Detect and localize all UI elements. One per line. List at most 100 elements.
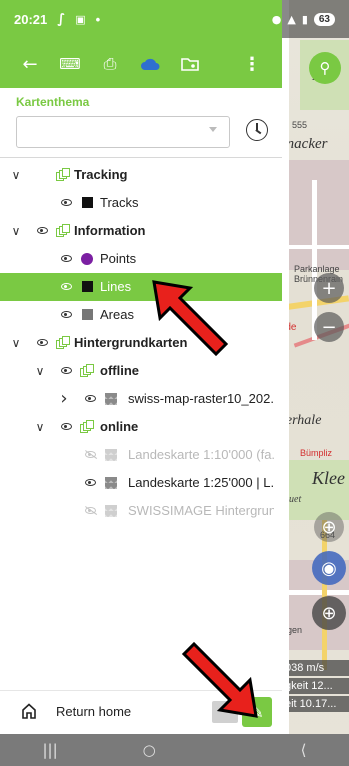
dot-icon: • — [95, 11, 101, 27]
layer-row-lk25[interactable]: Landeskarte 1:25'000 | L... — [0, 469, 282, 497]
layer-row-offline[interactable]: ∨ offline — [0, 357, 282, 385]
print-icon[interactable]: ⎙ — [90, 44, 130, 84]
eye-icon[interactable] — [58, 189, 74, 217]
eye-icon[interactable] — [58, 273, 74, 301]
layers-icon — [56, 161, 70, 189]
layer-row-tracks[interactable]: Tracks — [0, 189, 282, 217]
eye-icon[interactable] — [34, 217, 50, 245]
theme-section-title: Kartenthema — [16, 95, 90, 109]
eye-icon[interactable] — [58, 413, 74, 441]
layer-label: swiss-map-raster10_202... — [128, 391, 274, 407]
layer-row-hintergrundkarten[interactable]: ∨ Hintergrundkarten — [0, 329, 282, 357]
line-style-icon — [80, 273, 94, 301]
annotation-arrow-edit — [181, 641, 258, 718]
home-nav-icon[interactable]: ○ — [143, 741, 156, 759]
return-home-label: Return home — [56, 704, 132, 719]
map-tile-icon — [104, 497, 118, 525]
eye-off-icon[interactable] — [82, 497, 98, 525]
line-style-icon — [80, 189, 94, 217]
speed-readout: 038 m/s — [282, 660, 349, 676]
map-label: Bümpliz — [300, 448, 333, 458]
more-vert-icon[interactable]: ⋮ — [232, 44, 272, 84]
layer-label: Landeskarte 1:25'000 | L... — [128, 475, 274, 491]
divider — [0, 157, 282, 158]
app-notification-icon: ∫ — [57, 11, 66, 27]
status-bar: 20:21 ∫ ▣ • ● ▲ ▮ 63 — [0, 0, 349, 38]
signal-icon: ▮ — [301, 12, 308, 26]
layer-label: Information — [74, 223, 146, 239]
eye-icon[interactable] — [58, 245, 74, 273]
chevron-down-icon[interactable]: ∨ — [32, 413, 48, 441]
system-nav-bar: ||| ○ ⟨ — [0, 734, 349, 766]
layer-label: Points — [100, 251, 137, 267]
chevron-down-icon[interactable]: ∨ — [8, 161, 24, 189]
map-view[interactable]: E r c 555 enacker Parkanlage Brünnenrain… — [282, 0, 349, 766]
status-time: 20:21 — [14, 11, 48, 27]
map-road — [322, 520, 327, 670]
chevron-down-icon[interactable]: ∨ — [32, 357, 48, 385]
annotation-arrow-lines — [152, 280, 229, 357]
info-readout: gkeit 12... — [282, 678, 349, 694]
map-road — [282, 245, 349, 249]
map-label: Klee — [312, 468, 345, 488]
layer-row-swiss-map[interactable]: › swiss-map-raster10_202... — [0, 385, 282, 413]
chevron-down-icon[interactable]: ∨ — [8, 217, 24, 245]
lock-icon: ▣ — [75, 12, 86, 26]
eye-icon[interactable] — [34, 329, 50, 357]
zoom-in-button[interactable]: + — [314, 273, 344, 303]
recents-icon[interactable]: ||| — [42, 741, 57, 759]
layer-row-tracking[interactable]: ∨ Tracking — [0, 161, 282, 189]
layers-icon — [80, 413, 94, 441]
battery-badge: 63 — [313, 12, 335, 26]
layer-row-swissimage[interactable]: SWISSIMAGE Hintergrund — [0, 497, 282, 525]
map-tile-icon — [104, 469, 118, 497]
eye-icon[interactable] — [58, 301, 74, 329]
eye-off-icon[interactable] — [82, 441, 98, 469]
panel-toolbar: ← ⌨ ⎙ ⋮ — [0, 44, 282, 84]
eye-icon[interactable] — [82, 469, 98, 497]
layer-label: SWISSIMAGE Hintergrund — [128, 503, 274, 519]
cloud-icon[interactable] — [130, 44, 170, 84]
layers-icon — [56, 217, 70, 245]
chevron-down-icon[interactable]: ∨ — [8, 329, 24, 357]
layer-label: online — [100, 419, 139, 435]
layer-label: Tracks — [100, 195, 139, 211]
zoom-out-button[interactable]: − — [314, 312, 344, 342]
theme-select[interactable] — [16, 116, 230, 148]
layer-label: Tracking — [74, 167, 128, 183]
keyboard-icon[interactable]: ⌨ — [50, 44, 90, 84]
wifi-icon: ▲ — [287, 12, 296, 26]
back-nav-icon[interactable]: ⟨ — [301, 741, 307, 759]
layer-label: Landeskarte 1:10'000 (fa... — [128, 447, 274, 463]
map-road — [282, 590, 349, 595]
map-label: 555 — [292, 120, 308, 130]
crosshair-button[interactable]: ⊕ — [314, 512, 344, 542]
history-icon[interactable] — [246, 119, 268, 141]
info-readout: eit 10.17... — [282, 696, 349, 712]
layers-icon — [56, 329, 70, 357]
map-tile-icon — [104, 385, 118, 413]
arrow-left-icon[interactable]: ← — [10, 44, 50, 84]
eye-icon[interactable] — [82, 385, 98, 413]
location-icon: ● — [271, 12, 282, 26]
gps-location-button[interactable]: ◉ — [312, 551, 346, 585]
eye-icon[interactable] — [58, 357, 74, 385]
map-road — [312, 180, 317, 340]
chevron-right-icon[interactable]: › — [56, 385, 72, 413]
map-tile-icon — [104, 441, 118, 469]
home-icon — [22, 703, 36, 719]
layers-icon — [80, 357, 94, 385]
layer-row-online[interactable]: ∨ online — [0, 413, 282, 441]
layer-row-lines[interactable]: Lines — [0, 272, 282, 301]
add-point-button[interactable]: ⊕ — [312, 596, 346, 630]
folder-settings-icon[interactable] — [170, 44, 210, 84]
chevron-down-icon — [209, 127, 217, 132]
point-style-icon — [80, 245, 94, 273]
layer-row-points[interactable]: Points — [0, 245, 282, 273]
layer-row-lk10[interactable]: Landeskarte 1:10'000 (fa... — [0, 441, 282, 469]
layer-row-areas[interactable]: Areas — [0, 301, 282, 329]
map-search-button[interactable]: ⚲ — [309, 52, 341, 84]
area-style-icon — [80, 301, 94, 329]
layer-label: offline — [100, 363, 139, 379]
layer-row-information[interactable]: ∨ Information — [0, 217, 282, 245]
